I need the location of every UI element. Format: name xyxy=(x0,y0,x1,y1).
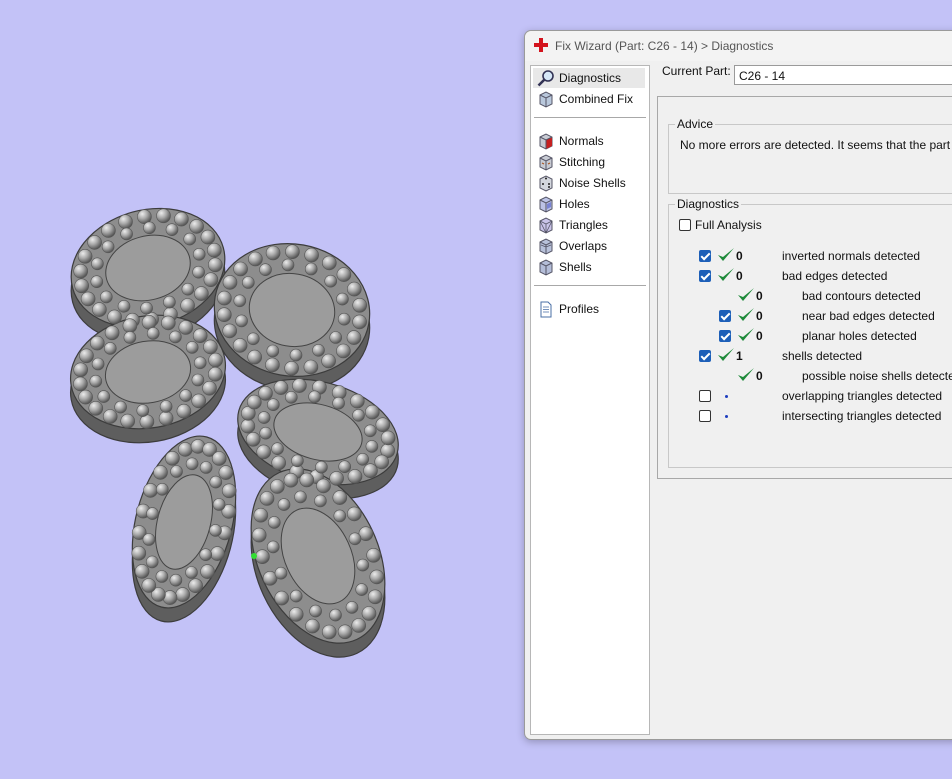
diagnostics-title: Diagnostics xyxy=(675,197,742,211)
row-checkbox[interactable] xyxy=(699,250,711,262)
sidebar-item-noise-shells[interactable]: Noise Shells xyxy=(533,173,645,193)
diagnostic-label: bad edges detected xyxy=(782,269,888,283)
sidebar-item-label: Shells xyxy=(559,260,592,274)
advice-title: Advice xyxy=(675,117,716,131)
checkmark-icon xyxy=(738,308,754,321)
checkmark-icon xyxy=(718,248,734,261)
diagnostics-panel: Advice No more errors are detected. It s… xyxy=(657,96,952,479)
red-cross-icon xyxy=(534,38,548,52)
sidebar-item-label: Normals xyxy=(559,134,604,148)
sidebar-item-label: Holes xyxy=(559,197,590,211)
diagnostic-label: intersecting triangles detected xyxy=(782,409,942,423)
issue-count: 0 xyxy=(756,289,763,303)
current-part-label: Current Part: xyxy=(662,64,731,78)
title-bar: Fix Wizard (Part: C26 - 14) > Diagnostic… xyxy=(525,31,952,61)
pending-dot-icon xyxy=(725,415,728,418)
row-checkbox[interactable] xyxy=(699,390,711,402)
sidebar-item-triangles[interactable]: Triangles xyxy=(533,215,645,235)
3d-viewport[interactable] xyxy=(0,0,540,779)
normals-cube-icon xyxy=(539,133,553,150)
full-analysis-checkbox[interactable] xyxy=(679,219,691,231)
checkmark-icon xyxy=(738,288,754,301)
pending-dot-icon xyxy=(725,395,728,398)
divider xyxy=(534,117,646,118)
diagnostic-label: inverted normals detected xyxy=(782,249,921,263)
diagnostics-group: Diagnostics Full Analysis 0 inverted norm… xyxy=(668,197,952,468)
sidebar-item-label: Triangles xyxy=(559,218,608,232)
fix-wizard-dialog: Fix Wizard (Part: C26 - 14) > Diagnostic… xyxy=(524,30,952,740)
document-icon xyxy=(540,301,552,318)
row-checkbox[interactable] xyxy=(699,350,711,362)
sidebar-item-combined-fix[interactable]: Combined Fix xyxy=(533,89,645,109)
overlaps-cube-icon xyxy=(539,238,553,255)
sidebar-item-overlaps[interactable]: Overlaps xyxy=(533,236,645,256)
checkmark-icon xyxy=(738,368,754,381)
stitching-cube-icon xyxy=(539,154,553,171)
triangles-cube-icon xyxy=(539,217,553,234)
diagnostic-label: shells detected xyxy=(782,349,863,363)
sidebar-item-holes[interactable]: Holes xyxy=(533,194,645,214)
sidebar-item-label: Noise Shells xyxy=(559,176,626,190)
sidebar-item-profiles[interactable]: Profiles xyxy=(533,299,645,319)
diagnostic-label: bad contours detected xyxy=(802,289,921,303)
issue-count: 0 xyxy=(736,269,743,283)
checkmark-icon xyxy=(718,348,734,361)
sidebar-item-label: Overlaps xyxy=(559,239,608,253)
sidebar-item-stitching[interactable]: Stitching xyxy=(533,152,645,172)
cube-icon xyxy=(539,91,553,108)
holes-cube-icon xyxy=(539,196,553,213)
checkmark-icon xyxy=(718,268,734,281)
advice-group: Advice No more errors are detected. It s… xyxy=(668,117,952,194)
divider xyxy=(534,285,646,286)
row-checkbox[interactable] xyxy=(699,270,711,282)
full-analysis-label[interactable]: Full Analysis xyxy=(695,218,762,232)
magnifier-icon xyxy=(537,70,554,87)
sidebar-item-label: Diagnostics xyxy=(559,71,622,85)
checkmark-icon xyxy=(738,328,754,341)
issue-count: 0 xyxy=(756,329,763,343)
window-title: Fix Wizard (Part: C26 - 14) > Diagnostic… xyxy=(555,39,774,53)
shells-cube-icon xyxy=(539,259,553,276)
dice-icon xyxy=(539,175,553,192)
advice-text: No more errors are detected. It seems th… xyxy=(680,138,952,152)
row-checkbox[interactable] xyxy=(699,410,711,422)
issue-count: 1 xyxy=(736,349,743,363)
diagnostic-label: possible noise shells detected xyxy=(802,369,952,383)
issue-count: 0 xyxy=(756,369,763,383)
issue-count: 0 xyxy=(736,249,743,263)
diagnostic-label: overlapping triangles detected xyxy=(782,389,943,403)
sidebar-item-label: Combined Fix xyxy=(559,92,634,106)
issue-count: 0 xyxy=(756,309,763,323)
row-checkbox[interactable] xyxy=(719,330,731,342)
diagnostic-label: planar holes detected xyxy=(802,329,917,343)
diagnostic-label: near bad edges detected xyxy=(802,309,935,323)
sidebar-item-diagnostics[interactable]: Diagnostics xyxy=(533,68,645,88)
row-checkbox[interactable] xyxy=(719,310,731,322)
fix-sidebar: Diagnostics Combined Fix Normals Stitchi… xyxy=(530,65,650,735)
current-part-field[interactable]: C26 - 14 xyxy=(734,65,952,85)
sidebar-item-label: Stitching xyxy=(559,155,606,169)
sidebar-item-label: Profiles xyxy=(559,302,600,316)
sidebar-item-shells[interactable]: Shells xyxy=(533,257,645,277)
jewelry-model xyxy=(69,207,399,658)
sidebar-item-normals[interactable]: Normals xyxy=(533,131,645,151)
